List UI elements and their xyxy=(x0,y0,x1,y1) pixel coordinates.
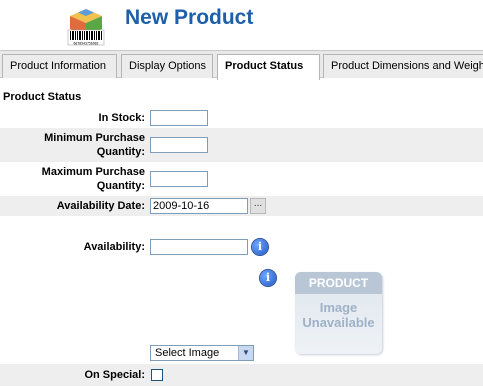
svg-text:6078943756903: 6078943756903 xyxy=(74,42,99,46)
tab-product-status[interactable]: Product Status xyxy=(217,54,320,80)
product-image-placeholder: PRODUCT Image Unavailable xyxy=(295,272,382,354)
tab-product-information[interactable]: Product Information xyxy=(2,54,117,78)
max-qty-label-line1: Maximum Purchase xyxy=(41,166,145,178)
date-picker-button[interactable]: ... xyxy=(250,198,266,214)
max-qty-row: Maximum Purchase Quantity: xyxy=(0,162,483,196)
availability-date-row: Availability Date: ... xyxy=(0,196,483,216)
product-image-band: PRODUCT xyxy=(295,272,382,294)
product-box-barcode-icon: 6078943756903 xyxy=(67,9,105,46)
availability-date-label: Availability Date: xyxy=(56,200,145,212)
page-title: New Product xyxy=(125,6,254,29)
min-qty-label: Minimum Purchase Quantity: xyxy=(44,131,145,159)
availability-row: Availability: i i xyxy=(0,216,483,364)
info-icon[interactable]: i xyxy=(252,239,268,255)
min-qty-row: Minimum Purchase Quantity: xyxy=(0,128,483,162)
min-qty-label-line2: Quantity: xyxy=(96,146,145,158)
image-unavailable-line2: Unavailable xyxy=(302,315,375,330)
tab-display-options[interactable]: Display Options xyxy=(121,54,213,78)
image-unavailable-line1: Image xyxy=(319,300,358,315)
max-qty-input[interactable] xyxy=(150,171,208,187)
min-qty-label-line1: Minimum Purchase xyxy=(44,132,145,144)
on-special-row: On Special: xyxy=(0,364,483,386)
image-unavailable-text: Image Unavailable xyxy=(295,300,382,330)
in-stock-row: In Stock: xyxy=(0,108,483,128)
page-header: 6078943756903 New Product xyxy=(0,0,483,50)
image-select[interactable]: Select Image ▼ xyxy=(150,345,254,361)
in-stock-input[interactable] xyxy=(150,110,208,126)
section-title: Product Status xyxy=(3,91,82,103)
availability-label: Availability: xyxy=(83,241,145,253)
tab-bar: Product Information Display Options Prod… xyxy=(0,50,483,80)
on-special-checkbox[interactable] xyxy=(151,369,163,381)
availability-input[interactable] xyxy=(150,239,248,255)
info-icon[interactable]: i xyxy=(260,270,276,286)
max-qty-label-line2: Quantity: xyxy=(96,180,145,192)
on-special-label: On Special: xyxy=(84,369,145,381)
tab-product-dimensions-weight[interactable]: Product Dimensions and Weight xyxy=(323,54,483,78)
min-qty-input[interactable] xyxy=(150,137,208,153)
in-stock-label: In Stock: xyxy=(98,112,145,124)
image-select-value: Select Image xyxy=(155,347,220,359)
chevron-down-icon[interactable]: ▼ xyxy=(238,346,253,360)
max-qty-label: Maximum Purchase Quantity: xyxy=(42,165,145,193)
availability-date-input[interactable] xyxy=(150,198,248,214)
